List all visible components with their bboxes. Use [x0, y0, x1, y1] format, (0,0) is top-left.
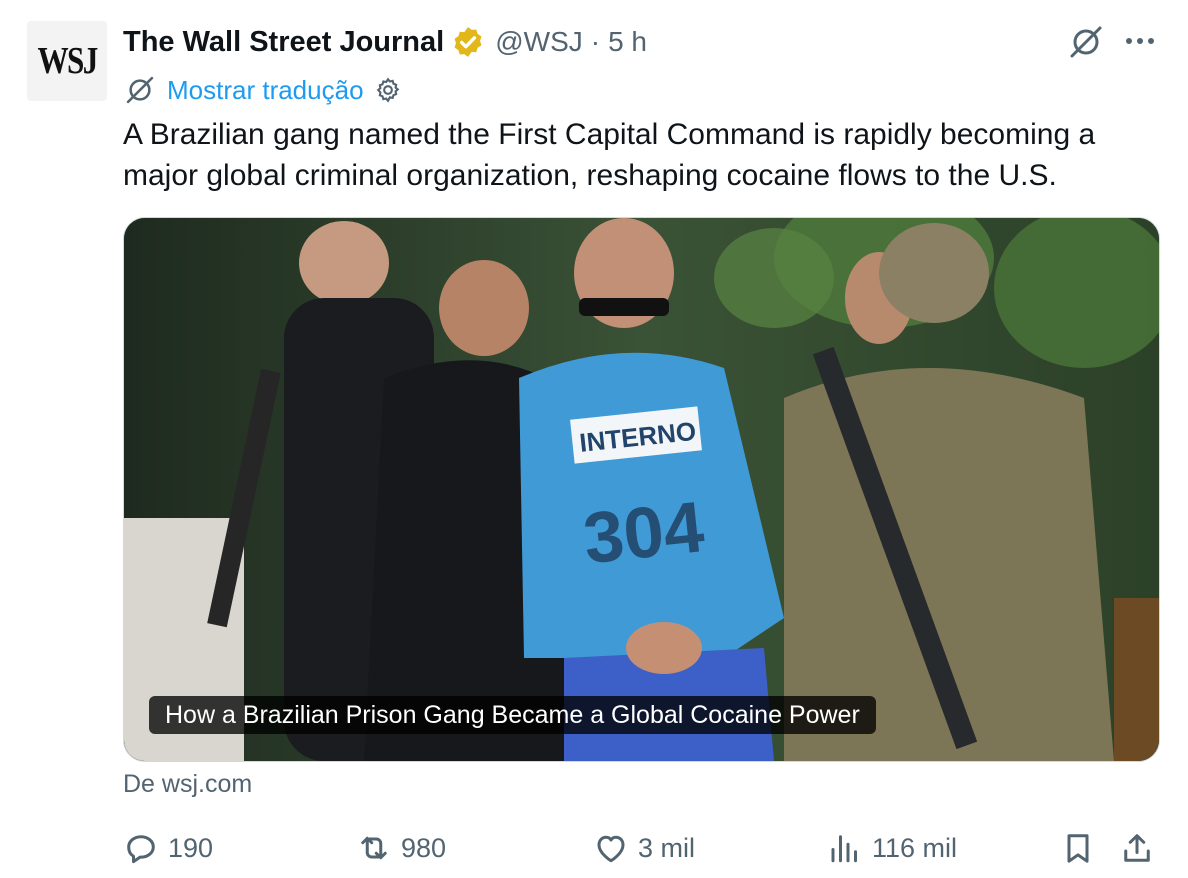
views-count: 116 mil [872, 832, 958, 863]
views-button[interactable]: 116 mil [827, 826, 957, 870]
tweet-header: The Wall Street Journal @WSJ · 5 h [123, 22, 647, 62]
media-caption: How a Brazilian Prison Gang Became a Glo… [149, 696, 876, 734]
share-button[interactable] [1119, 826, 1155, 870]
reply-icon [127, 835, 155, 864]
card-source[interactable]: De wsj.com [123, 770, 252, 799]
account-avatar[interactable]: WSJ [27, 21, 107, 101]
tweet-text: A Brazilian gang named the First Capital… [123, 118, 1096, 192]
repost-icon [361, 836, 387, 860]
repost-count: 980 [401, 832, 447, 863]
grok-icon [126, 76, 154, 104]
verified-badge-icon[interactable] [451, 25, 485, 59]
avatar-logo-text: WSJ [37, 40, 98, 82]
more-icon[interactable] [1120, 26, 1160, 56]
like-button[interactable]: 3 mil [593, 826, 695, 870]
reply-count: 190 [168, 832, 214, 863]
heart-icon [597, 835, 625, 863]
grok-icon[interactable] [1066, 22, 1106, 62]
account-name[interactable]: The Wall Street Journal [123, 26, 444, 59]
reply-button[interactable]: 190 [123, 826, 213, 870]
action-bar: 190 980 3 mil 116 mil [123, 826, 1163, 870]
like-count: 3 mil [638, 832, 696, 863]
bookmark-button[interactable] [1060, 826, 1096, 870]
repost-button[interactable]: 980 [356, 826, 446, 870]
share-icon [1124, 834, 1150, 862]
translate-link[interactable]: Mostrar tradução [167, 75, 364, 106]
shirt-number: 304 [580, 487, 708, 579]
news-photo: INTERNO 304 [124, 218, 1159, 761]
bookmark-icon [1067, 834, 1089, 863]
views-icon [831, 835, 857, 863]
account-handle[interactable]: @WSJ [495, 26, 583, 58]
gear-icon[interactable] [374, 76, 402, 104]
tweet-timestamp[interactable]: 5 h [608, 26, 647, 58]
translate-row: Mostrar tradução [123, 73, 402, 107]
header-separator: · [590, 26, 601, 57]
media-card[interactable]: INTERNO 304 How a Brazilian Prison Gang … [123, 217, 1160, 762]
